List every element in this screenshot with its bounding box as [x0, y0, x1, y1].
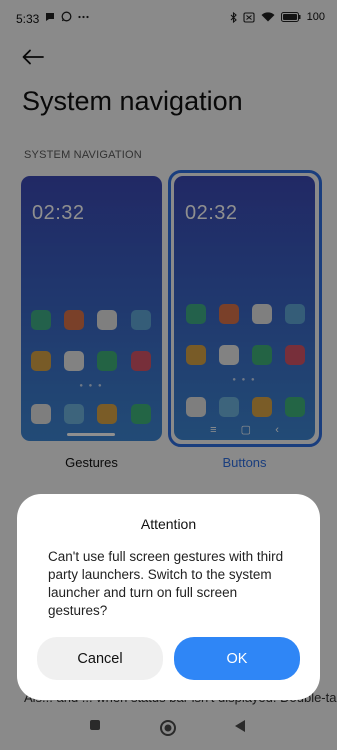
- ok-button[interactable]: OK: [174, 637, 300, 680]
- back-triangle-icon[interactable]: [234, 719, 246, 733]
- attention-dialog: Attention Can't use full screen gestures…: [17, 494, 320, 700]
- recents-square-icon[interactable]: [89, 719, 101, 731]
- dialog-title: Attention: [140, 516, 197, 532]
- home-circle-icon[interactable]: [159, 719, 177, 737]
- cancel-button[interactable]: Cancel: [37, 637, 163, 680]
- dialog-message: Can't use full screen gestures with thir…: [48, 549, 284, 618]
- system-navigation-bar: [0, 705, 337, 750]
